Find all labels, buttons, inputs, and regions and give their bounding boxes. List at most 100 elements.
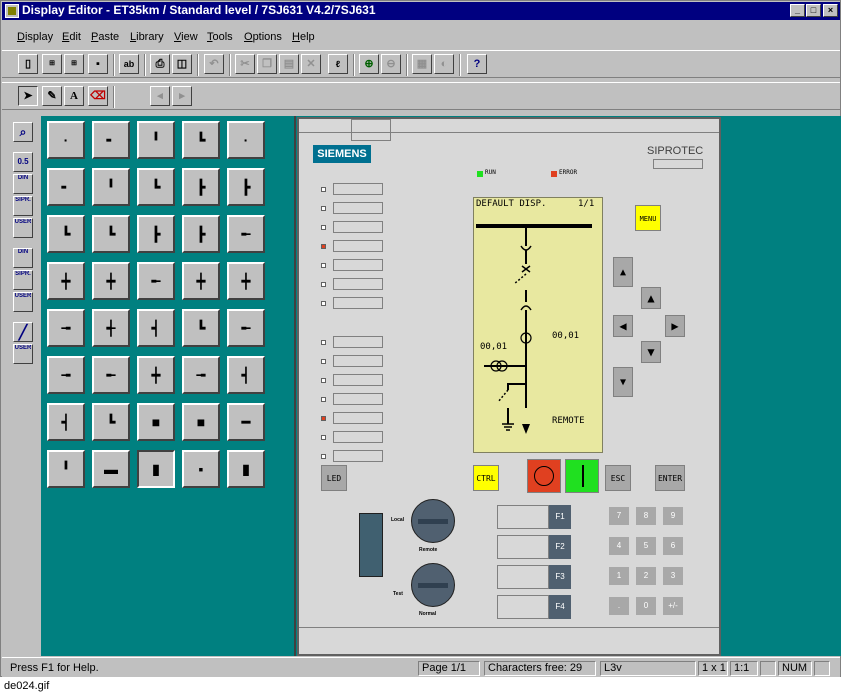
symbol-cell[interactable]: ╾: [137, 262, 175, 300]
f1-button[interactable]: F1: [549, 505, 571, 529]
symbol-cell[interactable]: ┿: [182, 262, 220, 300]
symbol-cell[interactable]: ┥: [137, 309, 175, 347]
symbol-cell[interactable]: ┥: [227, 356, 265, 394]
contrast-icon[interactable]: ◐: [434, 54, 454, 74]
symbol-cell[interactable]: ┗: [137, 168, 175, 206]
symbol-cell[interactable]: ·: [47, 121, 85, 159]
test-normal-switch[interactable]: [411, 563, 455, 607]
symbol-cell[interactable]: ┽: [92, 309, 130, 347]
palette-sipr-1[interactable]: SIPR.: [13, 196, 33, 216]
paste-icon[interactable]: ▤: [279, 54, 299, 74]
symbol-cell[interactable]: ╼: [47, 356, 85, 394]
menu-paste[interactable]: Paste: [91, 31, 119, 43]
page-up-icon[interactable]: ▲: [613, 257, 633, 287]
next-icon[interactable]: ▸: [172, 86, 192, 106]
zoom-search-icon[interactable]: ⌕: [13, 122, 33, 142]
symbol-cell[interactable]: ┣: [182, 215, 220, 253]
symbol-cell[interactable]: ┗: [92, 403, 130, 441]
symbol-cell[interactable]: ╼: [47, 309, 85, 347]
led-button[interactable]: LED: [321, 465, 347, 491]
palette-scale[interactable]: 0.5: [13, 152, 33, 172]
arrow-right-icon[interactable]: ▶: [665, 315, 685, 337]
menu-display[interactable]: Display: [17, 31, 53, 43]
prev-icon[interactable]: ◂: [150, 86, 170, 106]
close-button[interactable]: ×: [823, 4, 838, 17]
zoom-in-icon[interactable]: ⊕: [359, 54, 379, 74]
save-icon[interactable]: ▪: [88, 54, 108, 74]
symbol-cell[interactable]: ╸: [47, 168, 85, 206]
app-icon[interactable]: [5, 4, 19, 18]
numpad-key[interactable]: 2: [636, 567, 656, 585]
menu-options[interactable]: Options: [244, 31, 282, 43]
arrow-left-icon[interactable]: ◀: [613, 315, 633, 337]
symbol-cell[interactable]: ▮: [227, 450, 265, 488]
symbol-cell[interactable]: ┣: [137, 215, 175, 253]
symbol-cell[interactable]: ╸: [92, 121, 130, 159]
symbol-cell[interactable]: ·: [227, 121, 265, 159]
symbol-cell[interactable]: ╼: [182, 356, 220, 394]
symbol-cell[interactable]: ■: [182, 403, 220, 441]
menu-tools[interactable]: Tools: [207, 31, 233, 43]
symbol-cell[interactable]: ┣: [227, 168, 265, 206]
numpad-key[interactable]: .: [609, 597, 629, 615]
menu-edit[interactable]: Edit: [62, 31, 81, 43]
menu-view[interactable]: View: [174, 31, 198, 43]
numpad-key[interactable]: 3: [663, 567, 683, 585]
maximize-button[interactable]: □: [806, 4, 821, 17]
local-remote-switch[interactable]: [411, 499, 455, 543]
pointer-tool-icon[interactable]: ➤: [18, 86, 38, 106]
numpad-key[interactable]: 7: [609, 507, 629, 525]
symbol-cell[interactable]: ┣: [182, 168, 220, 206]
symbol-cell[interactable]: ╹: [92, 168, 130, 206]
numpad-key[interactable]: +/-: [663, 597, 683, 615]
symbol-cell[interactable]: ┿: [47, 262, 85, 300]
numpad-key[interactable]: 4: [609, 537, 629, 555]
symbol-cell[interactable]: ┗: [47, 215, 85, 253]
f4-button[interactable]: F4: [549, 595, 571, 619]
eraser-tool-icon[interactable]: ⌫: [88, 86, 108, 106]
palette-sipr-2[interactable]: SIPR.: [13, 270, 33, 290]
special-icon[interactable]: ℓ: [328, 54, 348, 74]
text-tool-icon[interactable]: A: [64, 86, 84, 106]
numpad-key[interactable]: 8: [636, 507, 656, 525]
symbol-cell[interactable]: ╾: [92, 356, 130, 394]
line-tool-icon[interactable]: ╱: [13, 322, 33, 342]
symbol-cell[interactable]: ▮: [137, 450, 175, 488]
symbol-cell[interactable]: ╹: [137, 121, 175, 159]
zoom-out-icon[interactable]: ⊖: [381, 54, 401, 74]
ctrl-button[interactable]: CTRL: [473, 465, 499, 491]
open-icon[interactable]: ⊞: [42, 54, 62, 74]
arrow-down-icon[interactable]: ▼: [641, 341, 661, 363]
esc-button[interactable]: ESC: [605, 465, 631, 491]
numpad-key[interactable]: 6: [663, 537, 683, 555]
arrow-up-icon[interactable]: ▲: [641, 287, 661, 309]
palette-user-3[interactable]: USER: [13, 344, 33, 364]
symbol-cell[interactable]: ■: [137, 403, 175, 441]
f3-button[interactable]: F3: [549, 565, 571, 589]
numpad-key[interactable]: 1: [609, 567, 629, 585]
symbol-cell[interactable]: ┿: [137, 356, 175, 394]
symbol-cell[interactable]: ┗: [182, 121, 220, 159]
symbol-cell[interactable]: ┿: [227, 262, 265, 300]
symbol-cell[interactable]: ━: [227, 403, 265, 441]
minimize-button[interactable]: _: [790, 4, 805, 17]
symbol-cell[interactable]: ╾: [227, 215, 265, 253]
grid-icon[interactable]: ▦: [412, 54, 432, 74]
palette-user-2[interactable]: USER: [13, 292, 33, 312]
spell-icon[interactable]: ab: [119, 54, 139, 74]
symbol-cell[interactable]: ▪: [182, 450, 220, 488]
menu-button[interactable]: MENU: [635, 205, 661, 231]
print-icon[interactable]: ⎙: [150, 54, 170, 74]
palette-din-2[interactable]: DIN: [13, 248, 33, 268]
symbol-cell[interactable]: ┗: [92, 215, 130, 253]
copy-icon[interactable]: ❐: [257, 54, 277, 74]
palette-user-1[interactable]: USER: [13, 218, 33, 238]
help-icon[interactable]: ?: [467, 54, 487, 74]
page-down-icon[interactable]: ▼: [613, 367, 633, 397]
symbol-cell[interactable]: ┗: [182, 309, 220, 347]
close-breaker-button[interactable]: [565, 459, 599, 493]
symbol-cell[interactable]: ╾: [227, 309, 265, 347]
preview-icon[interactable]: ◫: [172, 54, 192, 74]
symbol-cell[interactable]: ╹: [47, 450, 85, 488]
open2-icon[interactable]: ⊞: [64, 54, 84, 74]
